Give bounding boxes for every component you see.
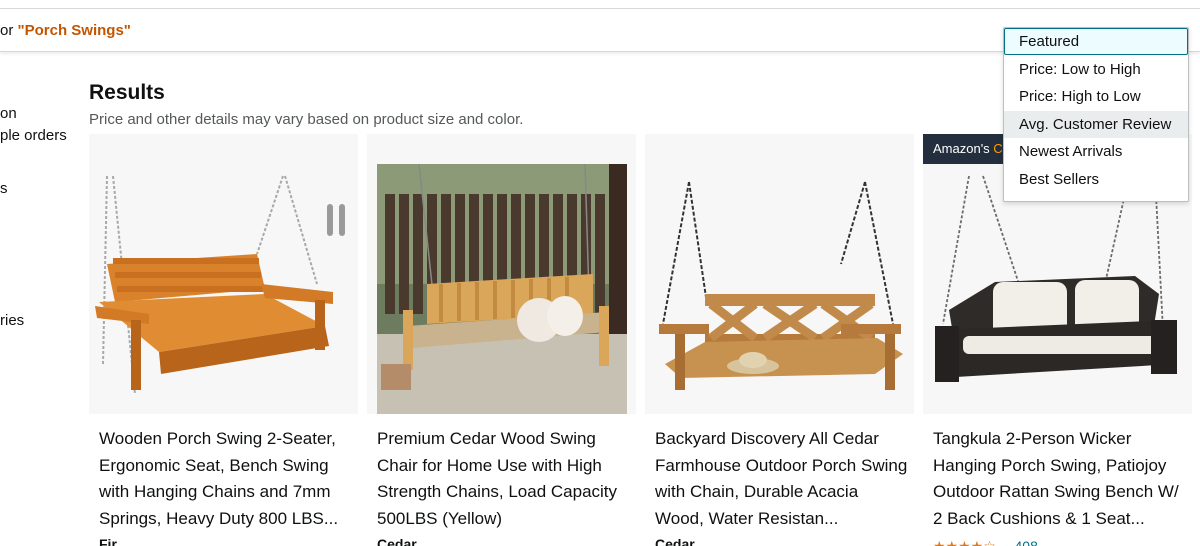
product-info: Tangkula 2-Person Wicker Hanging Porch S… bbox=[923, 414, 1192, 546]
product-material: Cedar bbox=[377, 536, 417, 546]
cedar-swing-photo[interactable] bbox=[367, 134, 636, 414]
product-info: Premium Cedar Wood Swing Chair for Home … bbox=[367, 414, 636, 546]
product-card[interactable]: Backyard Discovery All Cedar Farmhouse O… bbox=[645, 134, 914, 546]
product-material: Cedar bbox=[655, 536, 695, 546]
sidebar-fragment[interactable]: ries bbox=[0, 312, 24, 329]
results-subtext: Price and other details may vary based o… bbox=[89, 111, 524, 128]
rating-stars[interactable]: ★★★★☆ ⌄ 408 bbox=[933, 538, 1038, 546]
amazons-choice-badge: Amazon's C bbox=[923, 134, 1013, 164]
star-rating-icon: ★★★★☆ bbox=[933, 538, 996, 546]
product-info: Backyard Discovery All Cedar Farmhouse O… bbox=[645, 414, 914, 546]
farmhouse-porch-swing-image[interactable] bbox=[645, 134, 914, 414]
sidebar-fragment[interactable]: ple orders bbox=[0, 127, 67, 144]
product-material: Fir bbox=[99, 536, 117, 546]
sort-option-avg-review[interactable]: Avg. Customer Review bbox=[1004, 111, 1188, 138]
product-title[interactable]: Backyard Discovery All Cedar Farmhouse O… bbox=[655, 426, 910, 532]
left-filter-sidebar: on ple orders s ries bbox=[0, 0, 80, 546]
sidebar-fragment: s bbox=[0, 180, 8, 197]
sort-by-dropdown[interactable]: Featured Price: Low to High Price: High … bbox=[1003, 27, 1189, 202]
results-heading: Results bbox=[89, 81, 165, 104]
badge-highlight: C bbox=[993, 141, 1003, 156]
sort-option-featured[interactable]: Featured bbox=[1004, 28, 1188, 55]
wooden-porch-swing-image[interactable] bbox=[89, 134, 358, 414]
badge-label: Amazon's bbox=[933, 141, 994, 156]
sort-option-price-high-low[interactable]: Price: High to Low bbox=[1004, 83, 1188, 110]
chevron-down-icon[interactable]: ⌄ bbox=[999, 538, 1011, 546]
product-title[interactable]: Tangkula 2-Person Wicker Hanging Porch S… bbox=[933, 426, 1188, 532]
product-title[interactable]: Wooden Porch Swing 2-Seater, Ergonomic S… bbox=[99, 426, 354, 532]
product-card[interactable]: Wooden Porch Swing 2-Seater, Ergonomic S… bbox=[89, 134, 358, 546]
product-title[interactable]: Premium Cedar Wood Swing Chair for Home … bbox=[377, 426, 632, 532]
sort-option-price-low-high[interactable]: Price: Low to High bbox=[1004, 56, 1188, 83]
sort-option-best-sellers[interactable]: Best Sellers bbox=[1004, 166, 1188, 193]
product-card[interactable]: Premium Cedar Wood Swing Chair for Home … bbox=[367, 134, 636, 546]
product-info: Wooden Porch Swing 2-Seater, Ergonomic S… bbox=[89, 414, 358, 546]
rating-count[interactable]: 408 bbox=[1015, 538, 1038, 546]
sidebar-fragment[interactable]: on bbox=[0, 105, 17, 122]
sort-option-newest[interactable]: Newest Arrivals bbox=[1004, 138, 1188, 165]
